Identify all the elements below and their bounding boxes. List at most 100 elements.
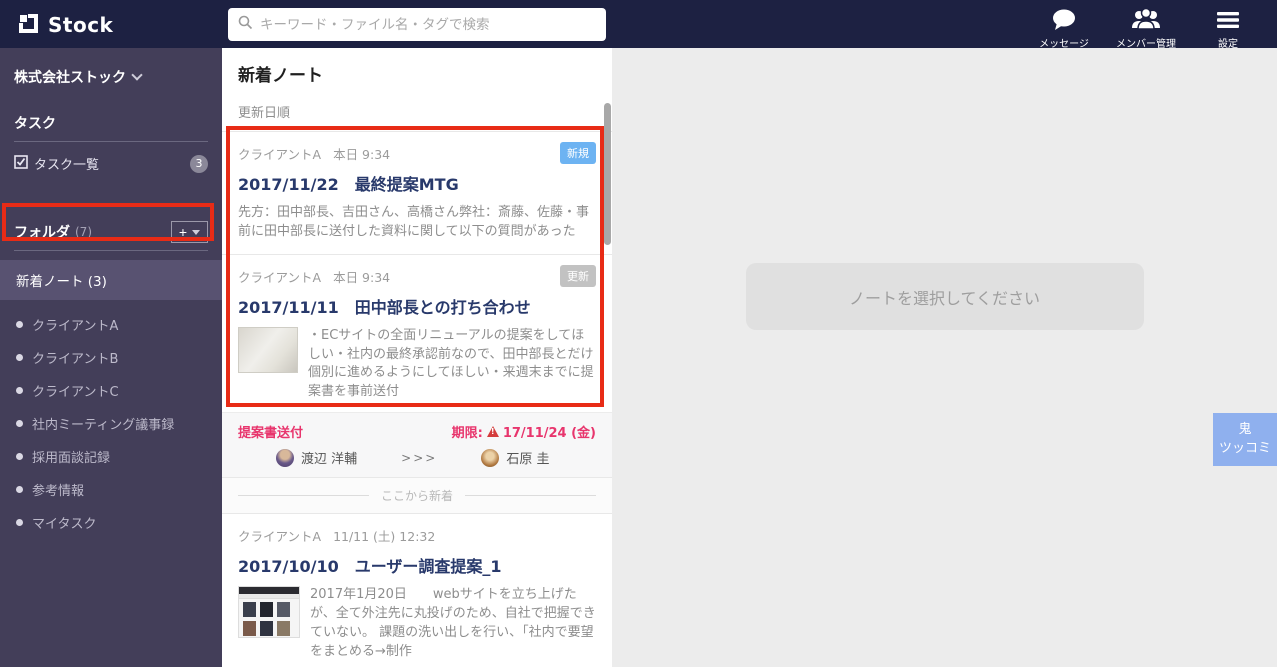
task-deadline: 期限: 17/11/24 (金) bbox=[452, 422, 596, 441]
folder-label: クライアントC bbox=[32, 385, 119, 400]
sidebar-item-folder[interactable]: マイタスク bbox=[0, 506, 222, 539]
note-time: 本日 9:34 bbox=[333, 269, 391, 285]
assignee-name: 石原 圭 bbox=[506, 452, 550, 468]
members-icon bbox=[1130, 7, 1162, 33]
note-list-header: 新着ノート 更新日順 bbox=[222, 48, 612, 131]
messages-label: メッセージ bbox=[1039, 39, 1089, 50]
note-title: 2017/11/11 田中部長との打ち合わせ bbox=[238, 297, 531, 317]
search-icon bbox=[238, 15, 253, 34]
note-card[interactable]: クライアントA 11/11 (土) 12:32 2017/10/10 ユーザー調… bbox=[222, 513, 612, 667]
avatar bbox=[276, 448, 294, 467]
sidebar-item-folder[interactable]: クライアントC bbox=[0, 374, 222, 407]
assigner-name: 渡辺 洋輔 bbox=[301, 452, 358, 468]
sidebar: 株式会社ストック タスク タスク一覧 3 フォルダ (7) + 新着ノート (3… bbox=[0, 48, 222, 667]
note-list-panel: 新着ノート 更新日順 クライアントA 本日 9:34 新規 2017/11/22… bbox=[222, 48, 612, 667]
folder-section-title: フォルダ bbox=[14, 225, 70, 241]
note-task-footer: 提案書送付 期限: 17/11/24 (金) 渡辺 洋輔 >>> 石原 圭 bbox=[222, 412, 612, 478]
task-count-badge: 3 bbox=[190, 154, 208, 173]
deadline-date: 17/11/24 (金) bbox=[502, 426, 596, 442]
checkbox-icon bbox=[14, 154, 28, 173]
settings-button[interactable]: 設定 bbox=[1187, 4, 1269, 50]
org-name: 株式会社ストック bbox=[14, 70, 126, 86]
folder-bullet-icon bbox=[16, 486, 23, 493]
warning-icon bbox=[486, 426, 499, 438]
folder-bullet-icon bbox=[16, 519, 23, 526]
app-name: Stock bbox=[48, 13, 114, 37]
note-detail-panel: ノートを選択してください bbox=[612, 48, 1277, 667]
note-meta: クライアントA 11/11 (土) 12:32 bbox=[238, 526, 596, 545]
folder-section-header: フォルダ (7) + bbox=[14, 221, 208, 251]
note-folder: クライアントA bbox=[238, 529, 322, 545]
folder-bullet-icon bbox=[16, 420, 23, 427]
folder-label: 社内ミーティング議事録 bbox=[32, 418, 175, 433]
task-assigner: 渡辺 洋輔 bbox=[276, 448, 357, 467]
note-folder: クライアントA bbox=[238, 269, 322, 285]
assign-arrow-icon: >>> bbox=[401, 450, 438, 465]
settings-label: 設定 bbox=[1218, 39, 1238, 50]
note-list-scrollbar[interactable] bbox=[604, 103, 611, 245]
note-list-title: 新着ノート bbox=[238, 66, 323, 86]
feedback-side-tab[interactable]: 鬼 ツッコミ bbox=[1213, 413, 1277, 466]
folder-bullet-icon bbox=[16, 354, 23, 361]
stock-logo-icon bbox=[16, 11, 40, 39]
sidebar-item-folder[interactable]: 社内ミーティング議事録 bbox=[0, 407, 222, 440]
global-search bbox=[228, 8, 606, 41]
sidebar-item-task-list[interactable]: タスク一覧 3 bbox=[14, 154, 208, 173]
message-bubble-icon bbox=[1051, 7, 1077, 33]
side-tab-line2: ツッコミ bbox=[1218, 440, 1271, 456]
sidebar-item-new-notes[interactable]: 新着ノート (3) bbox=[0, 260, 222, 300]
folder-label: クライアントA bbox=[32, 319, 119, 334]
task-assignees-row: 渡辺 洋輔 >>> 石原 圭 bbox=[238, 448, 596, 467]
folder-count: (7) bbox=[75, 225, 92, 239]
folder-label: 採用面談記録 bbox=[32, 451, 111, 466]
note-snippet: 2017年1月20日 webサイトを立ち上げたが、全て外注先に丸投げのため、自社… bbox=[310, 587, 596, 659]
folder-list: クライアントA クライアントB クライアントC 社内ミーティング議事録 採用面談… bbox=[0, 308, 222, 539]
divider-label: ここから新着 bbox=[381, 489, 454, 504]
member-management-button[interactable]: メンバー管理 bbox=[1105, 4, 1187, 50]
website-screenshot-thumbnail bbox=[238, 586, 300, 639]
folder-label: クライアントB bbox=[32, 352, 119, 367]
sort-order-selector[interactable]: 更新日順 bbox=[238, 102, 290, 121]
note-time: 本日 9:34 bbox=[333, 147, 391, 162]
note-body: 2017年1月20日 webサイトを立ち上げたが、全て外注先に丸投げのため、自社… bbox=[238, 586, 596, 661]
folder-label: 参考情報 bbox=[32, 484, 85, 499]
side-tab-line1: 鬼 bbox=[1238, 422, 1252, 437]
note-body: ・ECサイトの全面リニューアルの提案をしてほしい・社内の最終承認前なので、田中部… bbox=[238, 326, 596, 402]
folder-bullet-icon bbox=[16, 453, 23, 460]
empty-state-message: ノートを選択してください bbox=[848, 288, 1041, 308]
task-assignee: 石原 圭 bbox=[481, 448, 549, 467]
folder-bullet-icon bbox=[16, 321, 23, 328]
add-folder-button[interactable]: + bbox=[170, 221, 208, 243]
app-logo[interactable]: Stock bbox=[16, 11, 113, 39]
caret-down-icon bbox=[192, 229, 200, 235]
note-title: 2017/11/22 最終提案MTG bbox=[238, 175, 459, 194]
new-items-divider: ここから新着 bbox=[222, 477, 612, 514]
folder-label: マイタスク bbox=[32, 517, 97, 532]
chevron-down-icon bbox=[131, 69, 143, 81]
deadline-prefix: 期限: bbox=[451, 426, 483, 442]
note-snippet: ・ECサイトの全面リニューアルの提案をしてほしい・社内の最終承認前なので、田中部… bbox=[308, 327, 594, 400]
note-card[interactable]: クライアントA 本日 9:34 更新 2017/11/11 田中部長との打ち合わ… bbox=[222, 253, 612, 478]
sidebar-item-folder[interactable]: 参考情報 bbox=[0, 473, 222, 506]
org-selector[interactable]: 株式会社ストック bbox=[14, 67, 208, 87]
note-snippet: 先方：田中部長、吉田さん、高橋さん弊社：斎藤、佐藤・事前に田中部長に送付した資料… bbox=[238, 205, 590, 239]
sidebar-item-folder[interactable]: クライアントA bbox=[0, 308, 222, 341]
sidebar-item-folder[interactable]: クライアントB bbox=[0, 341, 222, 374]
note-card[interactable]: クライアントA 本日 9:34 新規 2017/11/22 最終提案MTG 先方… bbox=[222, 131, 612, 254]
task-name: 提案書送付 bbox=[238, 426, 304, 442]
sidebar-item-folder[interactable]: 採用面談記録 bbox=[0, 440, 222, 473]
note-meta: クライアントA 本日 9:34 更新 bbox=[238, 264, 596, 287]
messages-button[interactable]: メッセージ bbox=[1023, 4, 1105, 50]
search-input[interactable] bbox=[260, 16, 596, 33]
task-list-label: タスク一覧 bbox=[34, 158, 100, 173]
plus-icon: + bbox=[178, 224, 187, 240]
topbar-actions: メッセージ メンバー管理 設定 bbox=[1023, 4, 1269, 50]
status-badge-update: 更新 bbox=[560, 264, 596, 287]
note-meta: クライアントA 本日 9:34 新規 bbox=[238, 142, 596, 164]
whiteboard-photo-thumbnail bbox=[238, 326, 298, 373]
member-management-label: メンバー管理 bbox=[1116, 39, 1176, 50]
task-section-title: タスク bbox=[14, 113, 208, 142]
topbar: Stock メッセージ bbox=[0, 0, 1277, 50]
task-summary-row: 提案書送付 期限: 17/11/24 (金) bbox=[238, 422, 596, 441]
note-folder: クライアントA bbox=[238, 147, 322, 162]
